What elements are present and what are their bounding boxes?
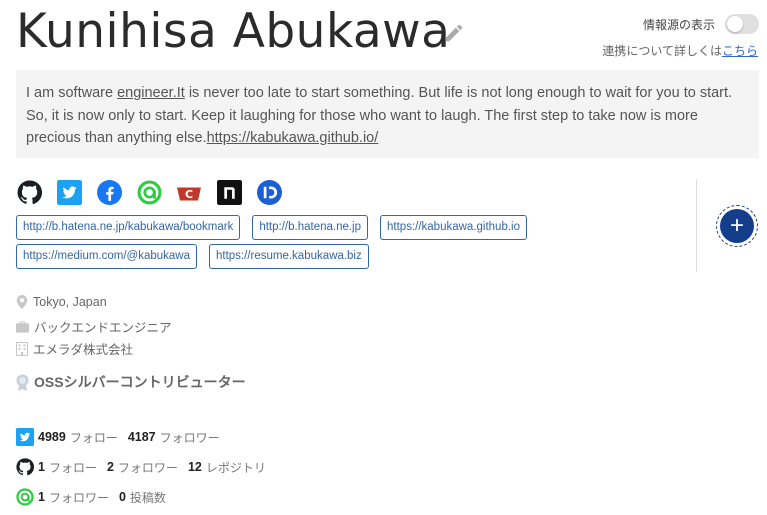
twitter-icon[interactable]	[56, 179, 82, 205]
twitter-stats: 4989 フォロー 4187 フォロワー	[16, 428, 226, 446]
bio-text-1: I am software	[26, 85, 118, 101]
link-chip-medium[interactable]: https://medium.com/@kabukawa	[16, 244, 197, 269]
pencil-icon[interactable]	[443, 22, 465, 44]
briefcase-icon	[16, 320, 29, 333]
divider	[696, 179, 697, 272]
source-toggle-label: 情報源の表示	[642, 17, 715, 32]
integration-detail-link[interactable]: こちら	[722, 44, 758, 58]
qiita-icon[interactable]	[256, 179, 282, 205]
location-row: Tokyo, Japan	[16, 295, 107, 309]
twitter-followers-count: 4187	[127, 430, 156, 444]
twitter-following-label: フォロー	[69, 430, 118, 445]
twitter-following-count: 4989	[38, 430, 66, 444]
badge-row: OSSシルバーコントリビューター	[16, 372, 246, 392]
bio-link-website[interactable]: https://kabukawa.github.io/	[207, 130, 379, 146]
social-icons: C	[16, 179, 282, 205]
link-chip-hatena[interactable]: http://b.hatena.ne.jp	[252, 215, 369, 240]
medal-icon	[16, 374, 29, 391]
link-chip-resume[interactable]: https://resume.kabukawa.biz	[209, 244, 369, 269]
bio-link-engineer[interactable]: engineer.It	[117, 85, 185, 101]
github-stats: 1 フォロー 2 フォロワー 12 レポジトリ	[16, 458, 272, 476]
location-text: Tokyo, Japan	[33, 295, 107, 309]
atcoder-icon	[16, 488, 34, 506]
source-toggle[interactable]	[725, 14, 759, 34]
codeforces-icon[interactable]: C	[176, 179, 202, 205]
github-following-count: 1	[38, 460, 45, 474]
integration-detail-text: 連携について詳しくは	[602, 44, 722, 58]
github-repos-count: 12	[187, 460, 202, 474]
toggle-knob	[727, 16, 743, 32]
github-icon[interactable]	[16, 179, 42, 205]
atcoder-posts-label: 投稿数	[129, 490, 166, 505]
company-text: エメラダ株式会社	[33, 343, 134, 357]
integration-detail: 連携について詳しくはこちら	[602, 42, 758, 59]
add-link-button[interactable]: +	[716, 205, 758, 247]
atcoder-posts-count: 0	[118, 490, 126, 504]
atcoder-stats: 1 フォロワー 0 投稿数	[16, 488, 172, 506]
atcoder-icon[interactable]	[136, 179, 162, 205]
link-chip-hatena-bookmark[interactable]: http://b.hatena.ne.jp/kabukawa/bookmark	[16, 215, 241, 240]
github-icon	[16, 458, 34, 476]
atcoder-followers-count: 1	[38, 490, 45, 504]
github-followers-label: フォロワー	[117, 460, 178, 475]
github-repos-label: レポジトリ	[205, 460, 266, 475]
building-icon	[16, 341, 28, 356]
job-row: バックエンドエンジニア	[16, 317, 172, 336]
facebook-icon[interactable]	[96, 179, 122, 205]
plus-icon: +	[720, 209, 754, 243]
twitter-followers-label: フォロワー	[159, 430, 220, 445]
company-row: エメラダ株式会社	[16, 339, 133, 358]
github-following-label: フォロー	[48, 460, 97, 475]
source-toggle-row: 情報源の表示	[643, 14, 759, 34]
link-chip-github-pages[interactable]: https://kabukawa.github.io	[380, 215, 527, 240]
badge-title: OSSシルバーコントリビューター	[34, 374, 246, 390]
atcoder-followers-label: フォロワー	[48, 490, 109, 505]
profile-name: Kunihisa Abukawa	[16, 4, 451, 59]
github-followers-count: 2	[106, 460, 114, 474]
location-pin-icon	[16, 295, 28, 309]
twitter-icon	[16, 428, 34, 446]
profile-bio: I am software engineer.It is never too l…	[16, 70, 759, 158]
note-icon[interactable]	[216, 179, 242, 205]
svg-text:C: C	[185, 188, 193, 201]
job-text: バックエンドエンジニア	[34, 321, 172, 335]
profile-links: http://b.hatena.ne.jp/kabukawa/bookmark …	[16, 215, 686, 269]
